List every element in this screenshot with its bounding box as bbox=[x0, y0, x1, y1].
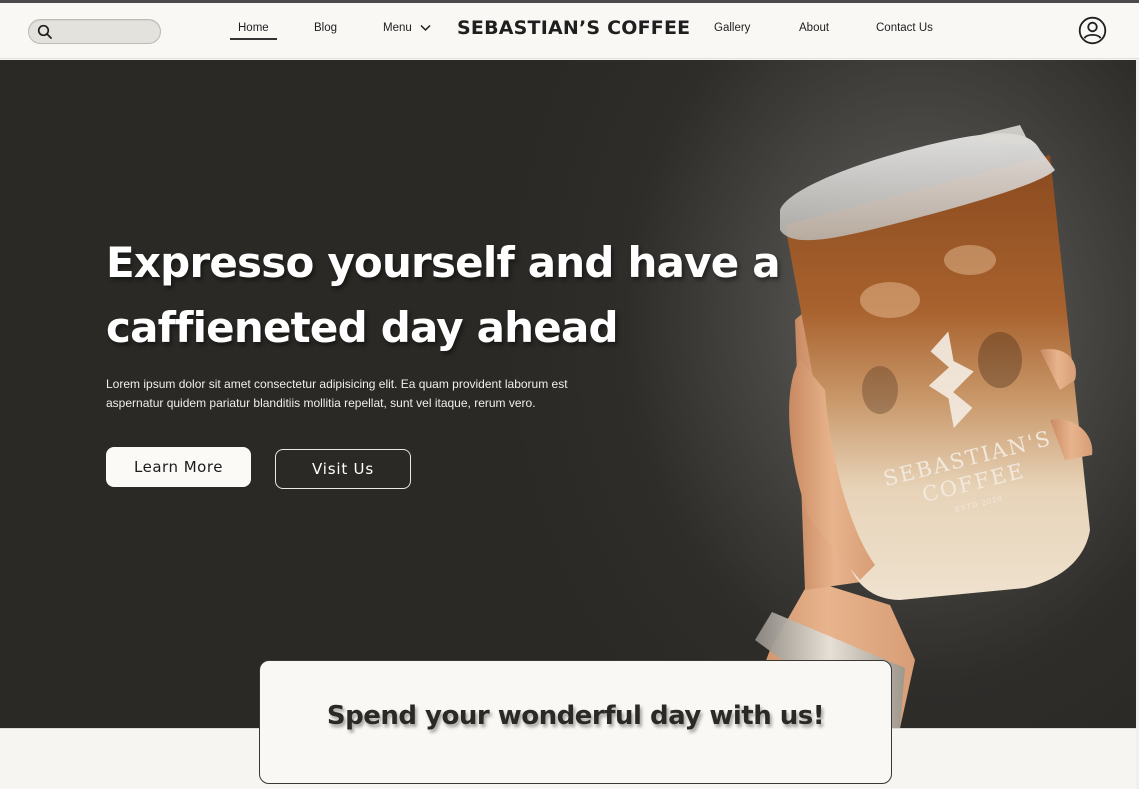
hero-headline-line2: caffieneted day ahead bbox=[106, 303, 619, 352]
nav-home-label: Home bbox=[238, 22, 269, 34]
nav-menu-dropdown[interactable]: Menu bbox=[383, 16, 433, 40]
nav-home[interactable]: Home bbox=[230, 16, 277, 40]
hero-description-line2: aspernatur quidem pariatur blanditiis mo… bbox=[106, 396, 536, 410]
nav-blog[interactable]: Blog bbox=[314, 16, 337, 40]
user-account-icon bbox=[1078, 16, 1107, 45]
hero-description: Lorem ipsum dolor sit amet consectetur a… bbox=[106, 375, 646, 413]
chevron-down-icon bbox=[420, 24, 431, 32]
tagline-text: Spend your wonderful day with us! bbox=[326, 701, 825, 731]
tagline-banner: Spend your wonderful day with us! bbox=[259, 660, 892, 784]
hero-headline: Expresso yourself and have a caffieneted… bbox=[106, 230, 806, 360]
nav-gallery[interactable]: Gallery bbox=[714, 16, 750, 40]
nav-about-label: About bbox=[799, 22, 830, 34]
hero-section: SEBASTIAN'S COFFEE ESTD 2020 Expresso yo… bbox=[0, 60, 1139, 728]
learn-more-button[interactable]: Learn More bbox=[106, 447, 251, 487]
nav-about[interactable]: About bbox=[799, 16, 829, 40]
brand-logo-text[interactable]: SEBASTIAN’S COFFEE bbox=[457, 17, 690, 39]
nav-contact-us[interactable]: Contact Us bbox=[876, 16, 933, 40]
search-icon bbox=[37, 24, 52, 39]
search-input[interactable] bbox=[59, 22, 155, 41]
account-button[interactable] bbox=[1078, 16, 1107, 45]
site-header: Home Blog Menu SEBASTIAN’S COFFEE Galler… bbox=[0, 3, 1139, 59]
hero-headline-line1: Expresso yourself and have a bbox=[106, 238, 781, 287]
nav-menu-label: Menu bbox=[383, 22, 412, 34]
nav-contact-label: Contact Us bbox=[876, 22, 933, 34]
nav-blog-label: Blog bbox=[314, 22, 338, 34]
iced-coffee-cup-photo: SEBASTIAN'S COFFEE ESTD 2020 bbox=[740, 125, 1093, 728]
search-bar[interactable] bbox=[28, 19, 161, 44]
nav-gallery-label: Gallery bbox=[714, 22, 751, 34]
hero-description-line1: Lorem ipsum dolor sit amet consectetur a… bbox=[106, 377, 568, 391]
visit-us-button[interactable]: Visit Us bbox=[275, 449, 411, 489]
